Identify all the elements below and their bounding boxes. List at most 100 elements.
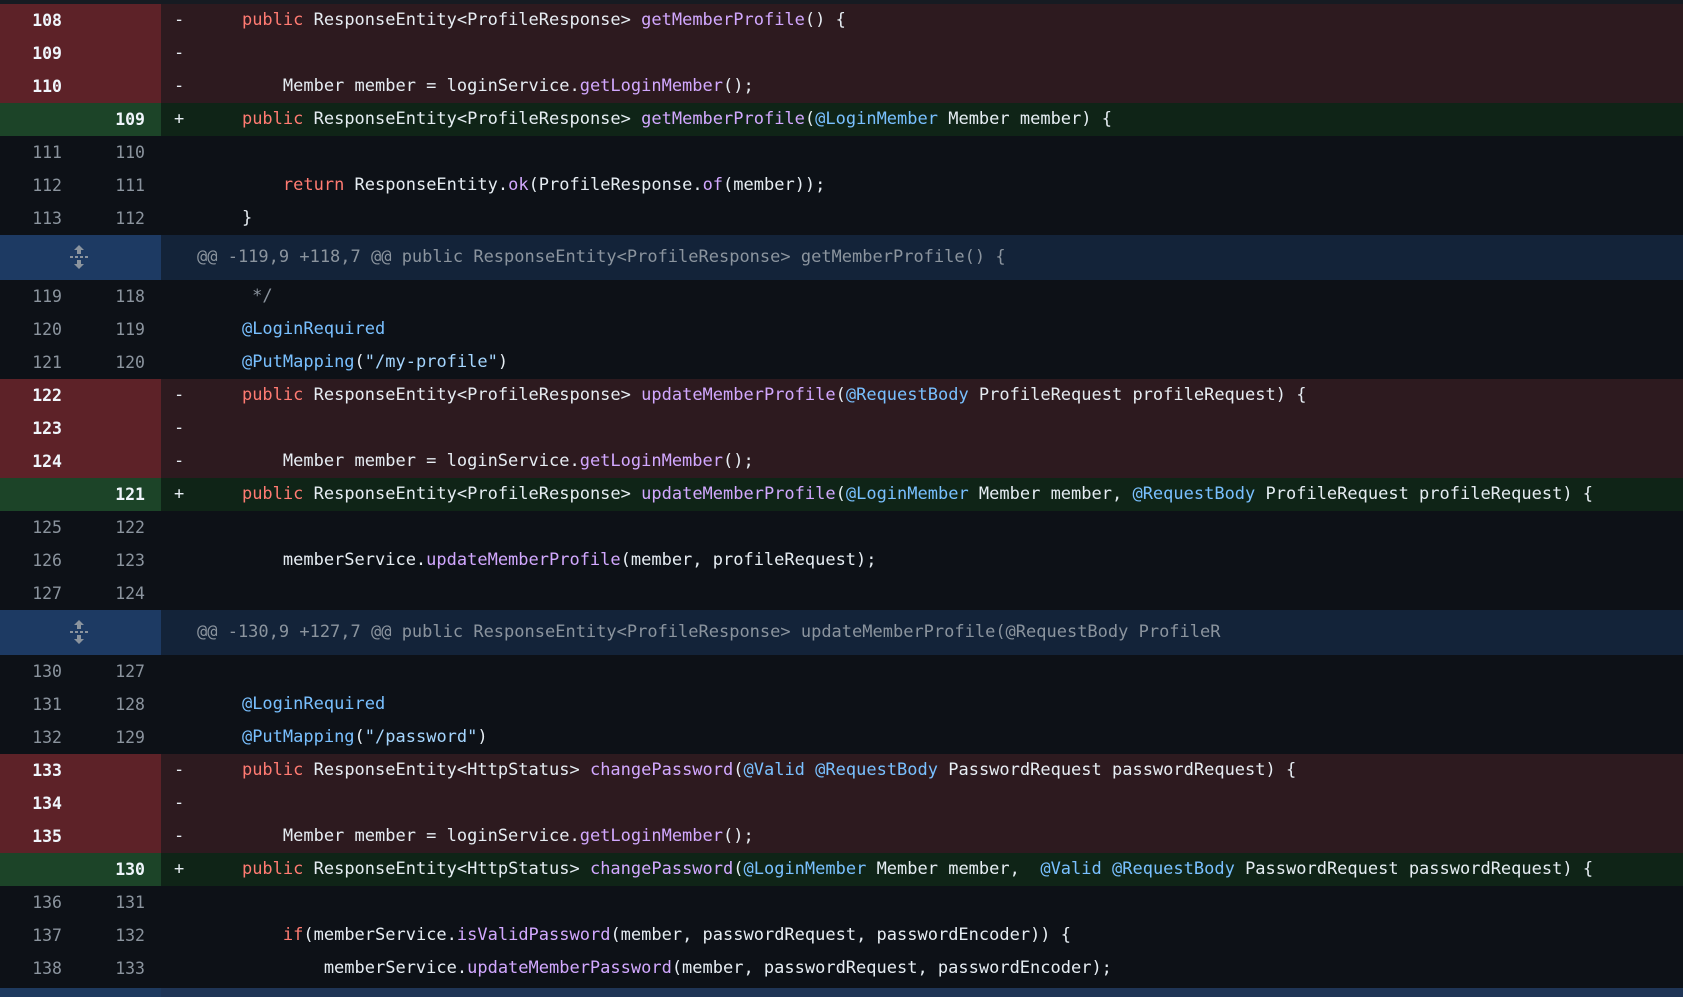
code-line: public ResponseEntity<ProfileResponse> g… — [201, 4, 846, 37]
code-token: () { — [804, 10, 846, 30]
old-line-number[interactable] — [0, 478, 62, 511]
old-line-number[interactable]: 126 — [0, 544, 62, 577]
context-line: 120 119 @LoginRequired — [0, 313, 1683, 346]
new-line-number[interactable]: 127 — [80, 655, 145, 688]
new-line-number[interactable] — [80, 4, 145, 37]
old-line-number[interactable]: 137 — [0, 919, 62, 952]
expand-hunk-button[interactable] — [0, 610, 161, 655]
diff-sign: - — [174, 793, 185, 813]
code-token: Member member, — [968, 484, 1133, 504]
new-line-number[interactable] — [80, 37, 145, 70]
new-line-number[interactable]: 133 — [80, 952, 145, 985]
old-line-number[interactable]: 121 — [0, 346, 62, 379]
new-line-number[interactable]: 109 — [80, 103, 145, 136]
code-line: public ResponseEntity<ProfileResponse> g… — [201, 103, 1112, 136]
old-line-number[interactable] — [0, 853, 62, 886]
old-line-number[interactable]: 112 — [0, 169, 62, 202]
code-token: Member member) { — [937, 109, 1112, 129]
old-line-number[interactable]: 130 — [0, 655, 62, 688]
new-line-number[interactable]: 120 — [80, 346, 145, 379]
code-token: if — [282, 925, 304, 945]
code-line: Member member = loginService.getLoginMem… — [201, 445, 754, 478]
old-line-number[interactable]: 135 — [0, 820, 62, 853]
code-token: Member member = loginService. — [201, 451, 580, 471]
new-line-number[interactable] — [80, 445, 145, 478]
old-line-number[interactable] — [0, 103, 62, 136]
old-line-number[interactable]: 132 — [0, 721, 62, 754]
code-token: of — [702, 175, 724, 195]
code-line: public ResponseEntity<HttpStatus> change… — [201, 853, 1593, 886]
context-line: 127 124 — [0, 577, 1683, 610]
code-token: @LoginMember — [845, 484, 969, 504]
new-line-number[interactable]: 131 — [80, 886, 145, 919]
context-line: 137 132 if(memberService.isValidPassword(… — [0, 919, 1683, 952]
old-line-number[interactable]: 125 — [0, 511, 62, 544]
old-line-number[interactable]: 133 — [0, 754, 62, 787]
code-line: return ResponseEntity.ok(ProfileResponse… — [201, 169, 826, 202]
new-line-number[interactable]: 119 — [80, 313, 145, 346]
diff-sign: - — [174, 451, 185, 471]
deleted-line: 123 - — [0, 412, 1683, 445]
new-line-number[interactable]: 132 — [80, 919, 145, 952]
code-token: Member member = loginService. — [201, 826, 580, 846]
code-line: @PutMapping("/password") — [201, 721, 488, 754]
new-line-number[interactable] — [80, 754, 145, 787]
new-line-number[interactable]: 110 — [80, 136, 145, 169]
new-line-number[interactable]: 122 — [80, 511, 145, 544]
expand-hunk-button[interactable] — [0, 235, 161, 280]
old-line-number[interactable]: 127 — [0, 577, 62, 610]
new-line-number[interactable] — [80, 820, 145, 853]
new-line-number[interactable]: 128 — [80, 688, 145, 721]
old-line-number[interactable]: 136 — [0, 886, 62, 919]
code-token: Member member, — [866, 859, 1041, 879]
old-line-number[interactable]: 120 — [0, 313, 62, 346]
new-line-number[interactable]: 111 — [80, 169, 145, 202]
old-line-number[interactable]: 111 — [0, 136, 62, 169]
old-line-number[interactable]: 109 — [0, 37, 62, 70]
new-line-number[interactable]: 129 — [80, 721, 145, 754]
new-line-number[interactable]: 112 — [80, 202, 145, 235]
diff-sign — [174, 886, 188, 919]
old-line-number[interactable]: 131 — [0, 688, 62, 721]
old-line-number[interactable]: 122 — [0, 379, 62, 412]
diff-sign: + — [174, 484, 185, 504]
old-line-number[interactable]: 119 — [0, 280, 62, 313]
code-token: ( — [354, 352, 365, 372]
diff-sign: - — [174, 826, 185, 846]
new-line-number[interactable]: 130 — [80, 853, 145, 886]
diff-sign: - — [174, 418, 185, 438]
code-token: @RequestBody — [815, 760, 938, 780]
old-line-number[interactable]: 138 — [0, 952, 62, 985]
code-token: ResponseEntity<ProfileResponse> — [303, 109, 642, 129]
new-line-number[interactable] — [80, 412, 145, 445]
code-token: (member)); — [723, 175, 826, 195]
code-token: public — [241, 484, 304, 504]
new-line-number[interactable]: 124 — [80, 577, 145, 610]
new-line-number[interactable] — [80, 70, 145, 103]
code-token: getLoginMember — [579, 826, 723, 846]
new-line-number[interactable]: 123 — [80, 544, 145, 577]
code-token: @LoginRequired — [241, 694, 386, 714]
old-line-number[interactable]: 123 — [0, 412, 62, 445]
diff-sign — [174, 952, 188, 985]
new-line-number[interactable] — [80, 787, 145, 820]
new-line-number[interactable]: 121 — [80, 478, 145, 511]
code-token: @PutMapping — [241, 727, 355, 747]
diff-sign — [174, 655, 188, 688]
new-line-number[interactable]: 118 — [80, 280, 145, 313]
old-line-number[interactable]: 134 — [0, 787, 62, 820]
old-line-number[interactable]: 113 — [0, 202, 62, 235]
code-line: memberService.updateMemberProfile(member… — [201, 544, 877, 577]
old-line-number[interactable]: 124 — [0, 445, 62, 478]
code-line: @LoginRequired — [201, 688, 385, 721]
old-line-number[interactable]: 108 — [0, 4, 62, 37]
code-token: "/my-profile" — [364, 352, 498, 372]
code-token: ResponseEntity<ProfileResponse> — [303, 385, 642, 405]
new-line-number[interactable] — [80, 379, 145, 412]
old-line-number[interactable]: 110 — [0, 70, 62, 103]
